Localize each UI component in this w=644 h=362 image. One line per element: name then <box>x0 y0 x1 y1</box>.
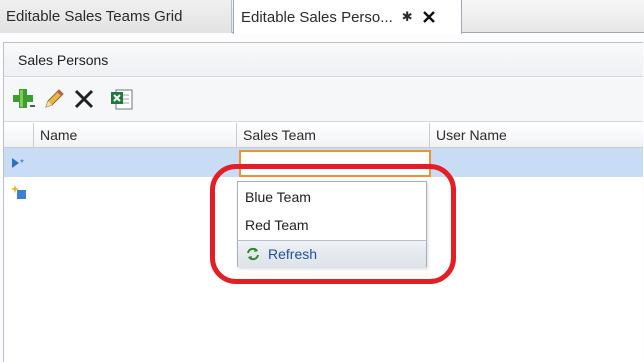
sales-team-dropdown: Blue Team Red Team Refresh <box>237 181 427 267</box>
grid-header: Name Sales Team User Name <box>4 123 643 148</box>
close-icon <box>422 11 435 23</box>
export-excel-button[interactable] <box>110 87 134 111</box>
refresh-label: Refresh <box>268 246 318 262</box>
excel-export-icon <box>111 89 133 110</box>
delete-button[interactable] <box>72 87 96 111</box>
close-tab-button[interactable] <box>422 10 436 24</box>
column-header-name[interactable]: Name <box>33 123 236 148</box>
refresh-icon <box>247 247 259 261</box>
table-row[interactable]: * <box>4 148 643 177</box>
refresh-button[interactable]: Refresh <box>238 240 426 267</box>
sales-team-editor[interactable] <box>239 150 431 177</box>
dropdown-option-red-team[interactable]: Red Team <box>238 211 426 239</box>
dropdown-option-blue-team[interactable]: Blue Team <box>238 183 426 211</box>
new-row-icon <box>11 184 27 200</box>
toolbar <box>4 78 643 122</box>
add-icon <box>13 89 35 108</box>
tab-label: Editable Sales Teams Grid <box>6 8 183 25</box>
edit-button[interactable] <box>42 87 66 111</box>
tab-strip: Editable Sales Teams Grid Editable Sales… <box>0 0 644 34</box>
column-header-sales-team[interactable]: Sales Team <box>236 123 429 148</box>
delete-icon <box>74 89 94 109</box>
tab-editable-sales-teams-grid[interactable]: Editable Sales Teams Grid <box>0 0 232 33</box>
unsaved-marker: ✱ <box>401 9 413 24</box>
svg-text:*: * <box>20 158 24 169</box>
new-row-current-icon: * <box>11 155 27 171</box>
column-header-user-name[interactable]: User Name <box>429 123 643 148</box>
pencil-icon <box>45 89 64 108</box>
panel-header: Sales Persons <box>4 43 643 77</box>
panel-title: Sales Persons <box>18 51 109 68</box>
tab-editable-sales-persons[interactable]: Editable Sales Perso... ✱ <box>233 0 462 34</box>
tab-label: Editable Sales Perso... <box>241 8 393 26</box>
add-button[interactable] <box>12 87 36 111</box>
